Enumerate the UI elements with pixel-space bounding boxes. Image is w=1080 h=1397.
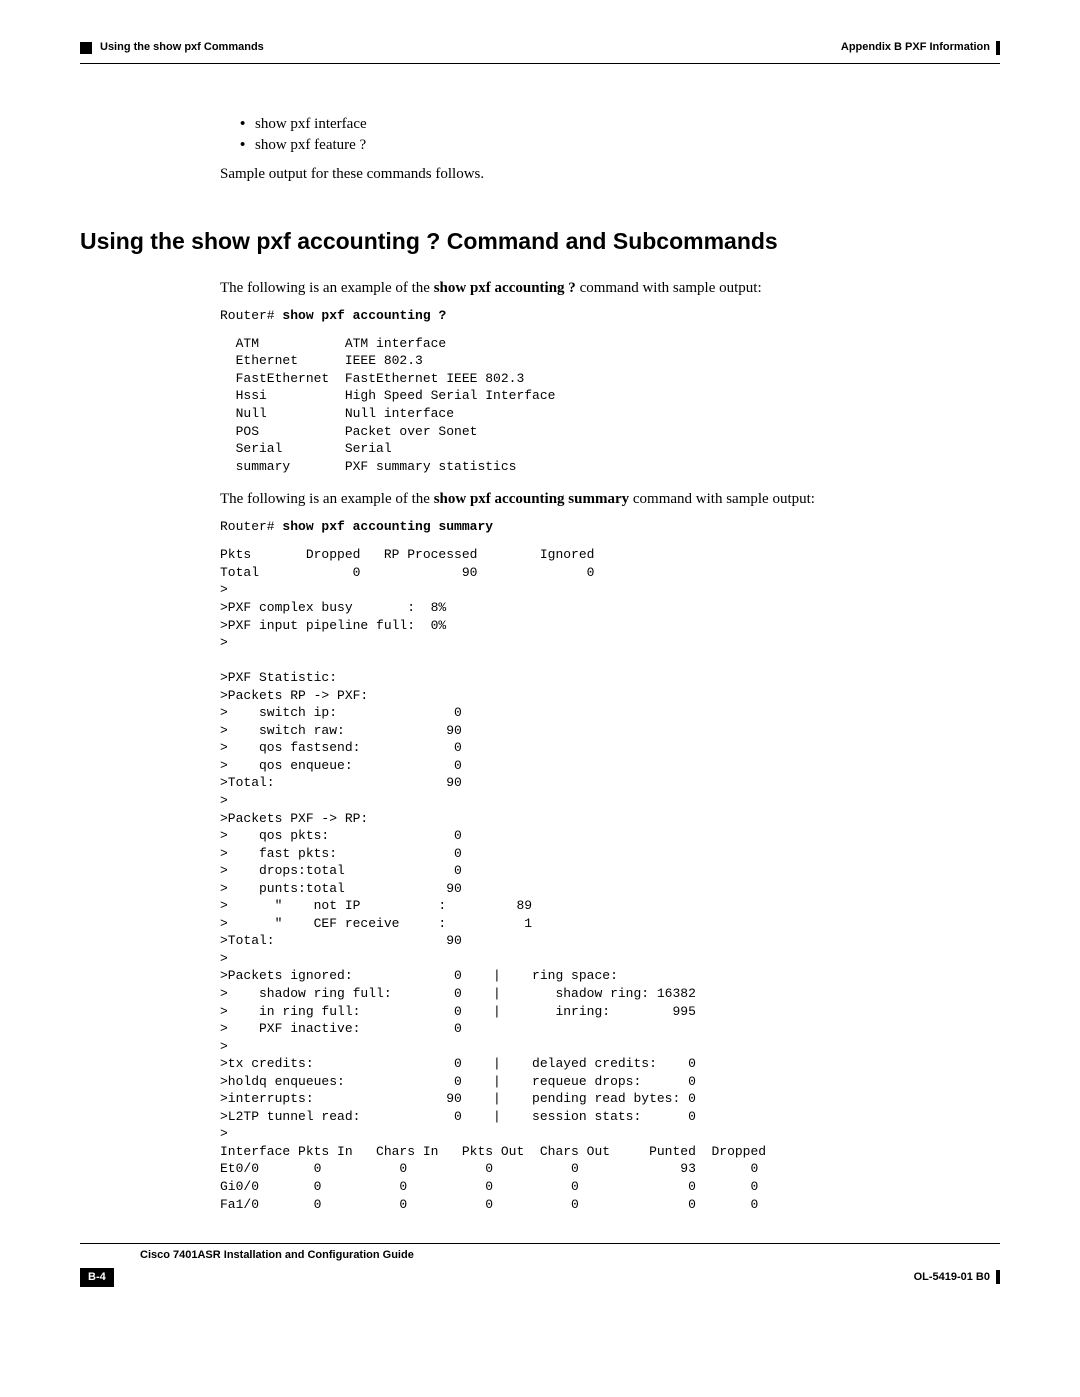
header-left: Using the show pxf Commands: [80, 40, 264, 55]
sample-output-note: Sample output for these commands follows…: [220, 164, 1000, 185]
header-marker-icon: [80, 42, 92, 54]
example-intro-1: The following is an example of the show …: [220, 278, 1000, 299]
doc-id: OL-5419-01 B0: [914, 1270, 990, 1285]
example-intro-2: The following is an example of the show …: [220, 489, 1000, 510]
prompt2-command: show pxf accounting summary: [282, 519, 493, 534]
para2-command: show pxf accounting summary: [434, 491, 629, 507]
section-heading: Using the show pxf accounting ? Command …: [80, 225, 1000, 257]
router-prompt-2: Router# show pxf accounting summary: [220, 518, 1000, 536]
footer-rule: [80, 1243, 1000, 1244]
header-right: Appendix B PXF Information: [841, 40, 1000, 55]
page-number-badge: B-4: [80, 1268, 114, 1287]
header-left-text: Using the show pxf Commands: [100, 40, 264, 55]
footer-right: OL-5419-01 B0: [914, 1270, 1000, 1285]
bullet-item: show pxf interface: [240, 114, 1000, 135]
header-right-text: Appendix B PXF Information: [841, 40, 990, 55]
para1-prefix: The following is an example of the: [220, 280, 434, 296]
output-block-2: Pkts Dropped RP Processed Ignored Total …: [220, 546, 1000, 1213]
prompt1-text: Router#: [220, 308, 282, 323]
para2-prefix: The following is an example of the: [220, 491, 434, 507]
prompt1-command: show pxf accounting ?: [282, 308, 446, 323]
para1-command: show pxf accounting ?: [434, 280, 576, 296]
page-footer: B-4 OL-5419-01 B0: [80, 1268, 1000, 1287]
command-bullets: show pxf interface show pxf feature ?: [220, 114, 1000, 156]
bullet-item: show pxf feature ?: [240, 135, 1000, 156]
router-prompt-1: Router# show pxf accounting ?: [220, 307, 1000, 325]
main-content: show pxf interface show pxf feature ? Sa…: [220, 114, 1000, 1213]
output-block-1: ATM ATM interface Ethernet IEEE 802.3 Fa…: [220, 335, 1000, 475]
footer-guide-title: Cisco 7401ASR Installation and Configura…: [140, 1248, 1000, 1263]
page-header: Using the show pxf Commands Appendix B P…: [80, 40, 1000, 55]
header-bar-icon: [996, 41, 1000, 55]
para1-suffix: command with sample output:: [576, 280, 762, 296]
header-rule: [80, 63, 1000, 64]
prompt2-text: Router#: [220, 519, 282, 534]
footer-bar-icon: [996, 1270, 1000, 1284]
para2-suffix: command with sample output:: [629, 491, 815, 507]
